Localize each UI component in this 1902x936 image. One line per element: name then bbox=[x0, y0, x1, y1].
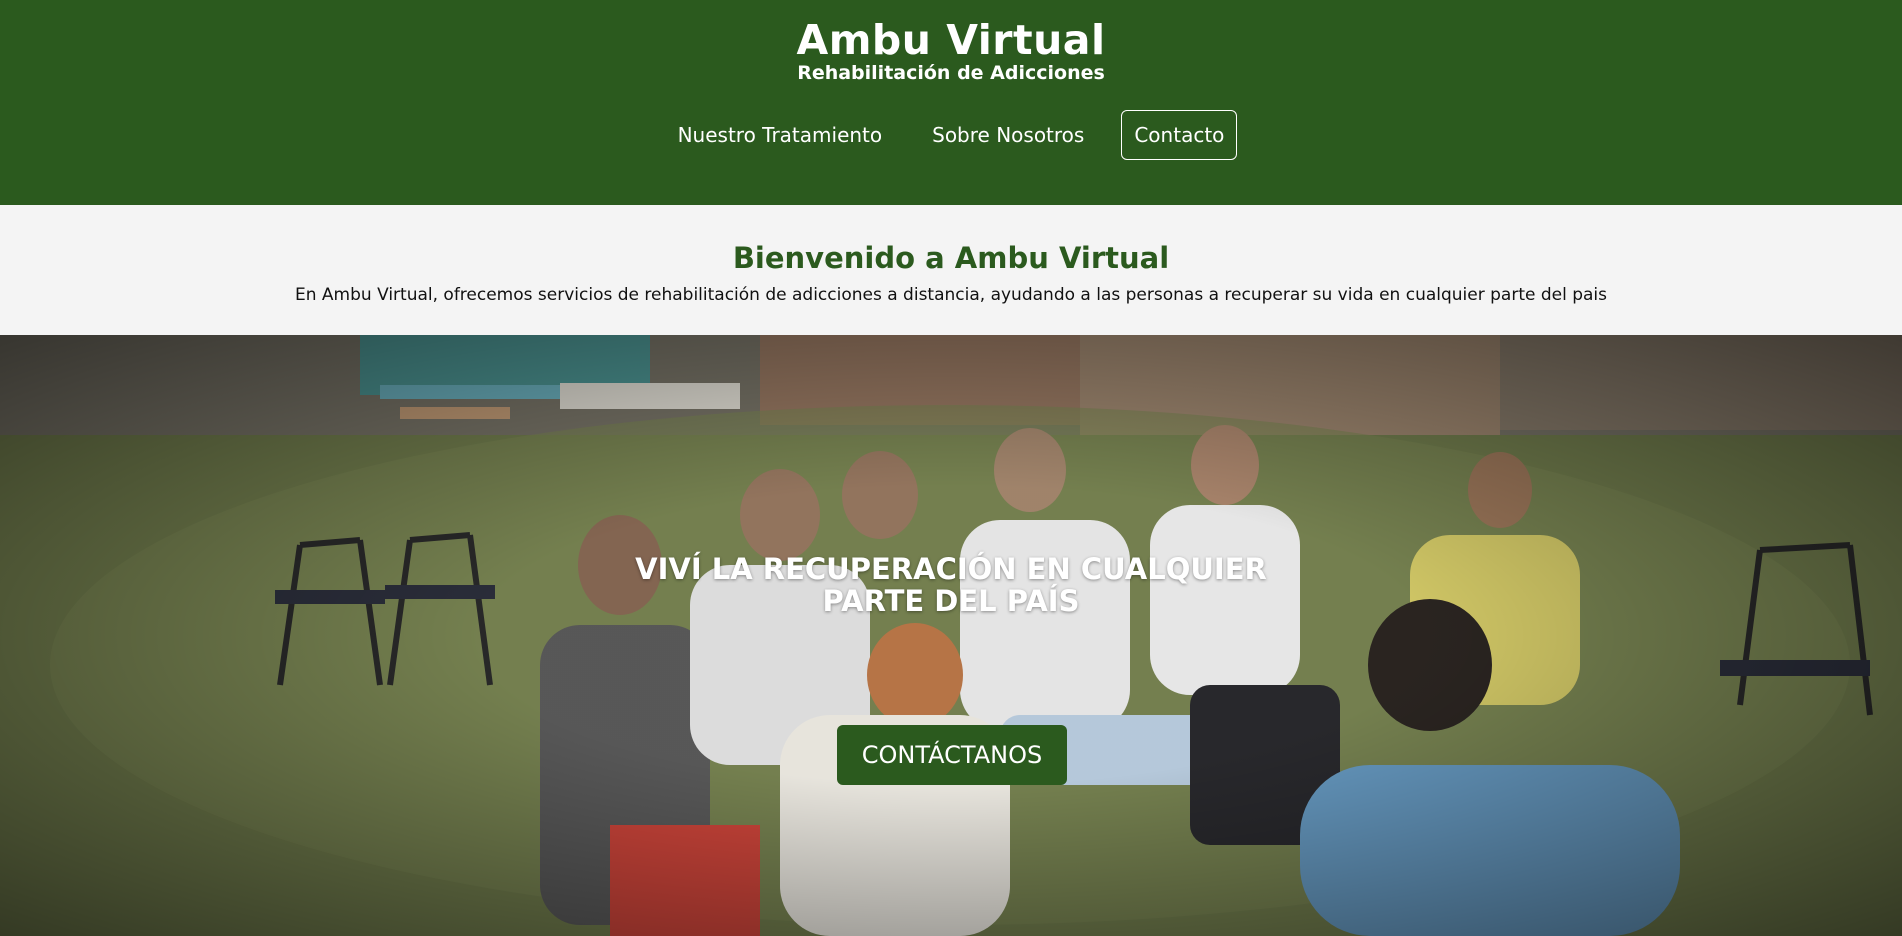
welcome-section: Bienvenido a Ambu Virtual En Ambu Virtua… bbox=[0, 205, 1902, 335]
hero-heading: VIVÍ LA RECUPERACIÓN EN CUALQUIER PARTE … bbox=[0, 553, 1902, 617]
hero-overlay bbox=[0, 335, 1902, 936]
hero-section: VIVÍ LA RECUPERACIÓN EN CUALQUIER PARTE … bbox=[0, 335, 1902, 936]
welcome-text: En Ambu Virtual, ofrecemos servicios de … bbox=[294, 285, 1608, 305]
site-subtitle: Rehabilitación de Adicciones bbox=[797, 62, 1105, 84]
site-title[interactable]: Ambu Virtual bbox=[0, 16, 1902, 64]
hero-heading-line-2: PARTE DEL PAÍS bbox=[822, 584, 1080, 618]
main-nav: Nuestro Tratamiento Sobre Nosotros Conta… bbox=[0, 110, 1902, 160]
nav-link-contacto[interactable]: Contacto bbox=[1121, 110, 1238, 160]
nav-link-sobre-nosotros[interactable]: Sobre Nosotros bbox=[919, 110, 1097, 160]
hero-heading-line-1: VIVÍ LA RECUPERACIÓN EN CUALQUIER bbox=[635, 552, 1267, 586]
welcome-title: Bienvenido a Ambu Virtual bbox=[732, 241, 1170, 275]
contact-cta-button[interactable]: CONTÁCTANOS bbox=[837, 725, 1067, 785]
site-header: Ambu Virtual Rehabilitación de Adiccione… bbox=[0, 0, 1902, 205]
nav-link-tratamiento[interactable]: Nuestro Tratamiento bbox=[665, 110, 896, 160]
